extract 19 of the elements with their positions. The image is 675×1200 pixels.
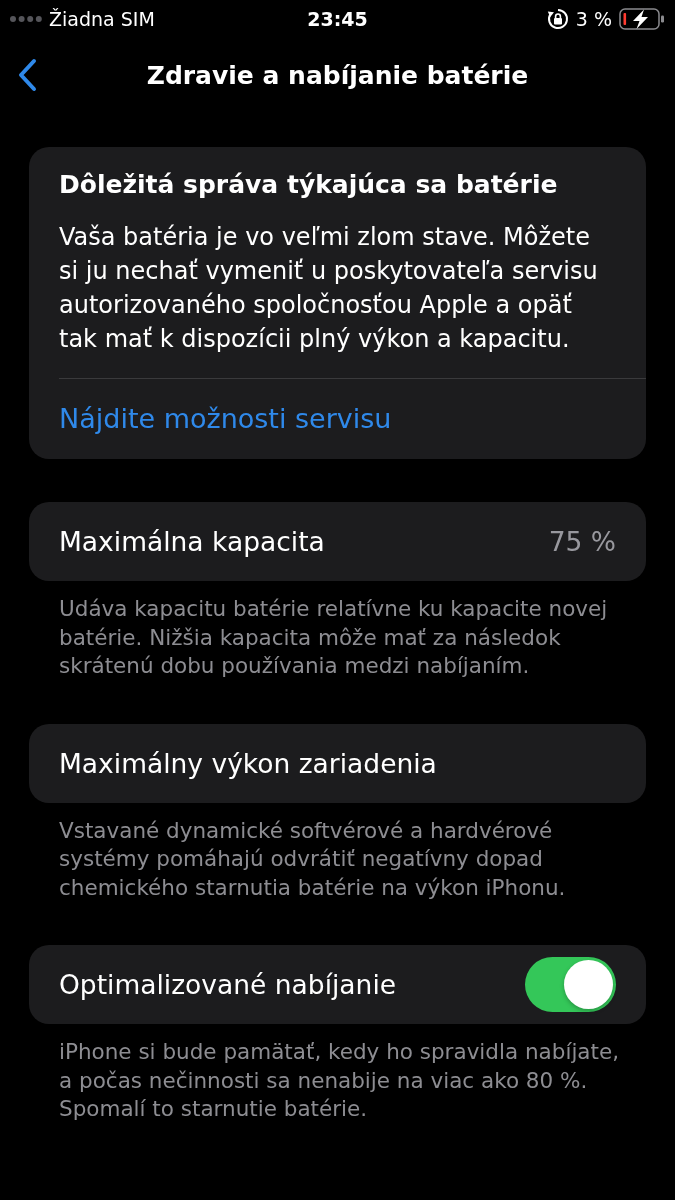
section-footer-text: iPhone si bude pamätať, kedy ho spravidla nabíjate, a počas nečinnosti sa nenabije na viac ako 80 %. Spomalí to starnutie batérie. [58, 1038, 621, 1123]
row-label: Optimalizované nabíjanie [59, 969, 397, 1000]
row-value: 75 % [548, 526, 616, 557]
row-label: Maximálny výkon zariadenia [59, 747, 437, 779]
signal-icon [10, 16, 42, 22]
toggle-switch[interactable] [525, 957, 616, 1012]
rotation-lock-icon [546, 8, 569, 30]
chevron-left-icon [16, 58, 38, 92]
battery-charging-icon [619, 8, 665, 30]
page-title: Zdravie a nabíjanie batérie [145, 60, 530, 90]
section-footer-text: Vstavané dynamické softvérové a hardvérové systémy pomáhajú odvrátiť negatívny dopad chemického starnutia batérie na výkon iPhonu. [58, 816, 567, 902]
section-footer-text: Udáva kapacitu batérie relatívne ku kapacite novej batérie. Nižšia kapacita môže mať za následok skrátenú dobu používania medzi nabíjaním. [58, 595, 609, 680]
alert-message: Vaša batéria je vo veľmi zlom stave. Môžete si ju nechať vymeniť u poskytovateľa servisu autorizovaného spoločnosťou Apple a opäť tak mať k dispozícii plný výkon a kapacitu. [59, 222, 599, 355]
battery-percentage: 3 % [575, 8, 612, 30]
row-label: Maximálna kapacita [59, 526, 325, 557]
clock-time: 23:45 [307, 8, 368, 30]
carrier-name: Žiadna SIM [49, 8, 155, 30]
alert-title: Dôležitá správa týkajúca sa batérie [59, 169, 559, 201]
service-options-link[interactable]: Nájdite možnosti servisu [59, 402, 392, 436]
